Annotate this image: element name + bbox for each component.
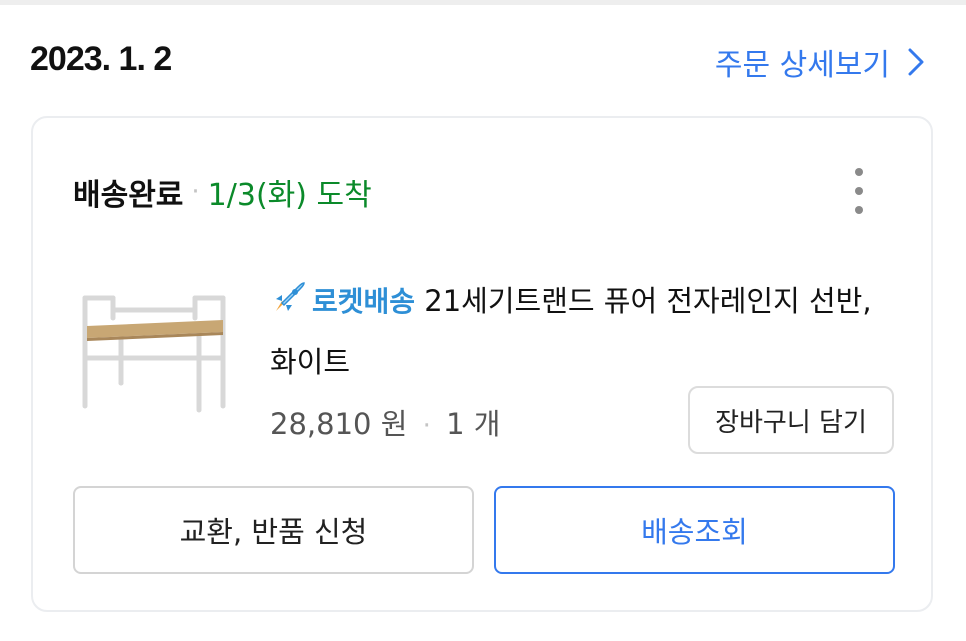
top-divider — [0, 0, 966, 5]
more-dot — [855, 168, 863, 176]
order-date: 2023. 1. 2 — [30, 40, 172, 78]
order-card: 배송완료 · 1/3(화) 도착 로켓배송 21세기트랜드 퓨어 전자레인지 선… — [31, 116, 933, 612]
delivery-status: 배송완료 — [73, 178, 184, 213]
product-title[interactable]: 로켓배송 21세기트랜드 퓨어 전자레인지 선반, 화이트 — [270, 273, 890, 391]
order-detail-link[interactable]: 주문 상세보기 — [715, 40, 924, 84]
delivery-status-row: 배송완료 · 1/3(화) 도착 — [73, 170, 372, 214]
arrival-date: 1/3(화) 도착 — [207, 178, 372, 213]
separator-dot: · — [422, 411, 431, 441]
rocket-delivery-badge: 로켓배송 — [312, 285, 416, 318]
product-quantity: 1 개 — [446, 407, 501, 441]
order-detail-label: 주문 상세보기 — [714, 48, 890, 83]
product-price: 28,810 원 — [270, 407, 408, 441]
price-row: 28,810 원 · 1 개 — [270, 401, 500, 443]
exchange-return-button[interactable]: 교환, 반품 신청 — [73, 486, 474, 574]
rocket-icon — [270, 277, 306, 334]
product-thumbnail[interactable] — [73, 288, 233, 418]
track-delivery-button[interactable]: 배송조회 — [494, 486, 895, 574]
more-options-icon[interactable] — [847, 168, 871, 214]
add-to-cart-button[interactable]: 장바구니 담기 — [688, 386, 894, 454]
more-dot — [855, 206, 863, 214]
more-dot — [855, 187, 863, 195]
chevron-right-icon — [908, 48, 924, 76]
shelf-image-icon — [82, 295, 226, 413]
separator-dot: · — [191, 177, 200, 207]
